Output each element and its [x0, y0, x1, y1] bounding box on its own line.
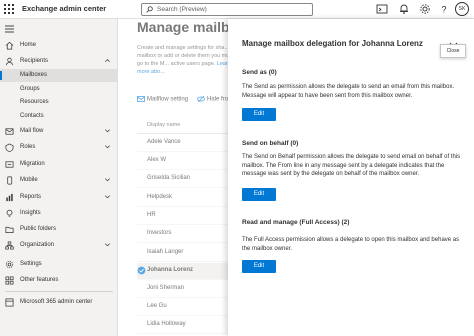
nav-label: Public folders	[20, 226, 57, 232]
left-nav: Home Recipients Mailboxes Groups Resourc…	[0, 19, 118, 336]
terminal-icon[interactable]	[376, 3, 388, 15]
nav-item-settings[interactable]: Settings	[0, 258, 118, 271]
gear-icon	[5, 260, 14, 269]
send-as-title: Send as (0)	[242, 69, 277, 76]
full-access-edit-button[interactable]: Edit	[242, 260, 276, 273]
m365-icon	[5, 298, 14, 307]
nav-label: Migration	[20, 161, 45, 167]
nav-item-other-features[interactable]: Other features	[0, 274, 118, 287]
other-features-icon	[5, 276, 14, 285]
top-bar: Exchange admin center Search (Preview) ?…	[0, 0, 474, 19]
insights-icon	[6, 209, 13, 217]
search-icon	[146, 6, 153, 13]
full-access-title: Read and manage (Full Access) (2)	[242, 219, 350, 226]
nav-divider	[5, 291, 113, 292]
nav-label: Other features	[20, 277, 59, 283]
nav-item-recipients[interactable]: Recipients	[0, 55, 118, 68]
send-on-behalf-title: Send on behalf (0)	[242, 140, 299, 147]
nav-label: Settings	[20, 261, 42, 267]
nav-item-reports[interactable]: Reports	[0, 191, 118, 204]
mail-flow-icon	[5, 128, 14, 135]
nav-label: Organization	[20, 242, 55, 248]
send-as-description: The Send as permission allows the delega…	[242, 84, 455, 99]
nav-label: Insights	[20, 210, 41, 216]
nav-item-insights[interactable]: Insights	[0, 207, 118, 220]
nav-label: Contacts	[20, 113, 44, 119]
nav-item-contacts[interactable]: Contacts	[0, 110, 118, 123]
nav-item-mailboxes[interactable]: Mailboxes	[0, 69, 118, 82]
nav-label: Mobile	[20, 177, 38, 183]
nav-label: Recipients	[20, 58, 49, 64]
nav-item-organization[interactable]: Organization	[0, 239, 118, 252]
close-tooltip: Close	[440, 44, 466, 58]
chevron-up-icon	[105, 59, 110, 63]
nav-label: Microsoft 365 admin center	[20, 299, 93, 305]
nav-label: Reports	[20, 194, 42, 200]
search-placeholder: Search (Preview)	[157, 5, 207, 13]
chevron-down-icon	[105, 129, 110, 133]
chevron-down-icon	[105, 178, 110, 182]
nav-item-mail-flow[interactable]: Mail flow	[0, 125, 118, 138]
chevron-down-icon	[105, 145, 110, 149]
nav-item-groups[interactable]: Groups	[0, 83, 118, 96]
delegation-panel: Manage mailbox delegation for Johanna Lo…	[228, 19, 474, 336]
migration-icon	[5, 161, 14, 168]
nav-label: Mail flow	[20, 128, 44, 134]
app-title: Exchange admin center	[22, 4, 107, 13]
panel-title: Manage mailbox delegation for Johanna Lo…	[242, 39, 423, 48]
avatar[interactable]: SK	[455, 2, 469, 16]
search-input[interactable]: Search (Preview)	[141, 3, 313, 16]
nav-item-public-folders[interactable]: Public folders	[0, 223, 118, 236]
nav-label: Mailboxes	[20, 72, 48, 78]
notification-bell-icon[interactable]	[398, 3, 410, 15]
nav-item-migration[interactable]: Migration	[0, 158, 118, 171]
nav-item-home[interactable]: Home	[0, 39, 118, 52]
nav-item-roles[interactable]: Roles	[0, 141, 118, 154]
people-icon	[5, 57, 14, 66]
nav-item-mobile[interactable]: Mobile	[0, 174, 118, 187]
mobile-icon	[7, 176, 13, 185]
full-access-description: The Full Access permission allows a dele…	[242, 237, 460, 252]
nav-item-m365-admin-center[interactable]: Microsoft 365 admin center	[0, 296, 118, 309]
app-launcher-icon[interactable]	[3, 3, 16, 16]
nav-label: Groups	[20, 86, 40, 92]
nav-item-resources[interactable]: Resources	[0, 96, 118, 109]
send-on-behalf-description: The Send on Behalf permission allows the…	[242, 154, 461, 178]
send-as-edit-button[interactable]: Edit	[242, 108, 276, 121]
nav-label: Roles	[20, 144, 36, 150]
reports-icon	[6, 193, 13, 202]
settings-gear-icon[interactable]	[419, 3, 431, 15]
hamburger-menu-icon[interactable]	[5, 25, 14, 33]
folder-icon	[5, 226, 14, 234]
chevron-down-icon	[105, 243, 110, 247]
nav-label: Home	[20, 42, 37, 48]
help-icon[interactable]: ?	[438, 3, 450, 15]
organization-icon	[5, 241, 14, 250]
overlay-scrim[interactable]	[119, 19, 228, 336]
home-icon	[5, 41, 14, 50]
roles-icon	[5, 143, 14, 152]
nav-label: Resources	[20, 99, 49, 105]
chevron-down-icon	[105, 195, 110, 199]
svg-text:?: ?	[441, 5, 446, 15]
send-on-behalf-edit-button[interactable]: Edit	[242, 188, 276, 201]
